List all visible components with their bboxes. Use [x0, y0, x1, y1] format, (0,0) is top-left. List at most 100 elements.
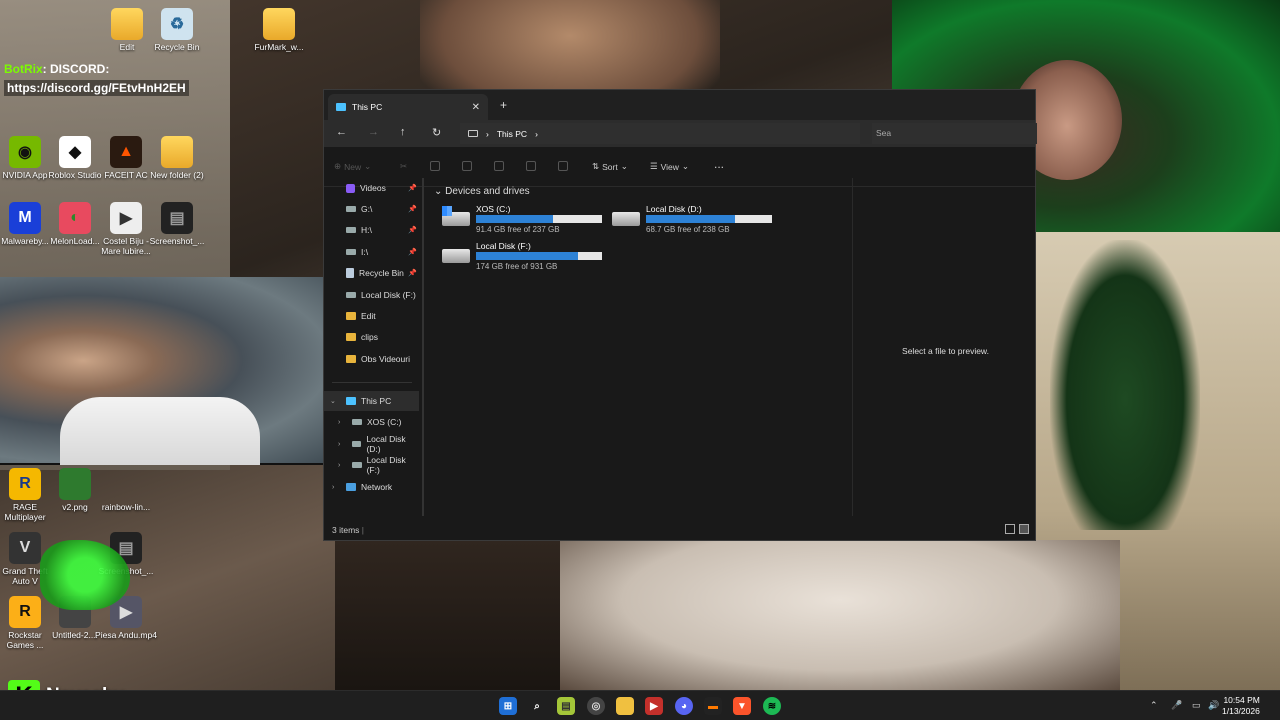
chevron-right-icon: › — [535, 128, 538, 139]
refresh-icon[interactable]: ↻ — [432, 126, 441, 139]
file-explorer-icon[interactable] — [616, 697, 634, 715]
terminal-icon[interactable]: ▬ — [704, 697, 722, 715]
sidebar-item-clips[interactable]: clips — [324, 327, 419, 347]
delete-icon[interactable] — [558, 161, 568, 171]
close-tab-icon[interactable]: ✕ — [472, 102, 480, 113]
media-icon[interactable]: ▶ — [645, 697, 663, 715]
sidebar-item-g[interactable]: G:\ 📌 — [324, 199, 419, 219]
sidebar-item-videos[interactable]: Videos 📌 — [324, 178, 419, 198]
folder-icon — [111, 8, 143, 40]
desktop-icon-furmark[interactable]: FurMark_w... — [248, 8, 310, 52]
chevron-down-icon: ⌄ — [330, 398, 336, 405]
usage-fill — [476, 252, 579, 260]
nvidia-icon: ◉ — [9, 136, 41, 168]
view-button[interactable]: ☰ View ⌄ — [650, 161, 689, 172]
new-button[interactable]: ⊕ New ⌄ — [334, 161, 371, 172]
tree-item-network[interactable]: › Network — [324, 477, 419, 497]
pin-icon: 📌 — [408, 227, 417, 234]
tree-item-local-disk-d[interactable]: › Local Disk (D:) — [324, 434, 419, 454]
pin-icon: 📌 — [408, 206, 417, 213]
search-input[interactable]: Sea — [872, 123, 1037, 144]
image-icon — [110, 468, 142, 500]
chevron-right-icon: › — [338, 418, 341, 426]
windows-start-icon[interactable]: ⊞ — [499, 697, 517, 715]
search-icon[interactable]: ⌕ — [528, 697, 546, 715]
chat-link: https://discord.gg/FEtvHnH2EH — [4, 80, 189, 96]
sidebar-item-h[interactable]: H:\ 📌 — [324, 220, 419, 240]
status-bar: 3 items | — [324, 520, 1035, 540]
cut-icon[interactable]: ✂ — [400, 161, 407, 172]
chat-username: BotRix — [4, 62, 43, 76]
chevron-right-icon: › — [332, 483, 335, 491]
tiles-view-icon[interactable] — [1019, 524, 1029, 534]
details-view-icon[interactable] — [1005, 524, 1015, 534]
drive-tile-f[interactable]: Local Disk (F:) 174 GB free of 931 GB — [442, 241, 612, 271]
preview-pane: Select a file to preview. — [852, 178, 1037, 516]
microphone-icon[interactable]: 🎤 — [1171, 700, 1182, 711]
desktop-icon-recycle-bin[interactable]: ♻ Recycle Bin — [146, 8, 208, 52]
more-options-button[interactable]: ... — [714, 157, 724, 171]
chevron-up-icon[interactable]: ⌃ — [1150, 700, 1158, 711]
pin-icon: 📌 — [408, 185, 417, 192]
spotify-icon[interactable]: ≋ — [763, 697, 781, 715]
copy-icon[interactable] — [430, 161, 440, 171]
forward-icon[interactable]: → — [368, 126, 379, 138]
image-icon: ▤ — [161, 202, 193, 234]
share-icon[interactable] — [526, 161, 536, 171]
folder-icon — [346, 333, 356, 341]
video-icon: ▶ — [110, 202, 142, 234]
sidebar-item-local-disk-f[interactable]: Local Disk (F:) — [324, 285, 419, 305]
chevron-down-icon: ⌄ — [434, 186, 443, 197]
sidebar-scrollbar[interactable] — [422, 178, 424, 516]
discord-icon[interactable]: ◕ — [675, 697, 693, 715]
brave-icon[interactable]: ▼ — [733, 697, 751, 715]
sidebar-item-recycle-bin[interactable]: Recycle Bin 📌 — [324, 263, 419, 283]
address-field[interactable]: › This PC › — [460, 123, 860, 144]
address-bar-row: ← → ↑ ↻ › This PC › Sea — [324, 120, 1037, 147]
melon-icon: ◐ — [59, 202, 91, 234]
chevron-right-icon: › — [338, 440, 341, 448]
video-overlay — [0, 277, 333, 465]
navigation-pane: Videos 📌 G:\ 📌 H:\ 📌 I:\ 📌 Recycle Bin 📌… — [324, 178, 424, 516]
drive-icon — [346, 292, 356, 298]
image-icon — [59, 468, 91, 500]
pin-icon: 📌 — [408, 270, 417, 277]
drive-tile-c[interactable]: XOS (C:) 91.4 GB free of 237 GB — [442, 204, 612, 234]
notepad-icon[interactable]: ▤ — [557, 697, 575, 715]
drive-icon — [612, 212, 640, 226]
tab-this-pc[interactable]: This PC ✕ — [328, 94, 488, 120]
recycle-bin-icon: ♻ — [161, 8, 193, 40]
clock[interactable]: 10:54 PM 1/13/2026 — [1222, 695, 1260, 717]
desktop-icon-new-folder[interactable]: New folder (2) — [146, 136, 208, 180]
sort-button[interactable]: ⇅ Sort ⌄ — [592, 161, 628, 172]
rename-icon[interactable] — [494, 161, 504, 171]
content-pane: ⌄ Devices and drives XOS (C:) 91.4 GB fr… — [426, 178, 850, 516]
sidebar-item-obs-videouri[interactable]: Obs Videouri — [324, 349, 419, 369]
malwarebytes-icon: M — [9, 202, 41, 234]
up-icon[interactable]: ↑ — [400, 126, 406, 138]
folder-icon — [346, 355, 356, 363]
paste-icon[interactable] — [462, 161, 472, 171]
group-header[interactable]: ⌄ Devices and drives — [434, 186, 530, 197]
tree-item-xos-c[interactable]: › XOS (C:) — [324, 412, 419, 432]
tree-item-this-pc[interactable]: ⌄ This PC — [324, 391, 419, 411]
videos-icon — [346, 183, 355, 193]
rockstar-icon: R — [9, 596, 41, 628]
volume-icon[interactable]: 🔊 — [1208, 700, 1219, 711]
tree-item-local-disk-f[interactable]: › Local Disk (F:) — [324, 455, 419, 475]
chrome-icon[interactable]: ◎ — [587, 697, 605, 715]
chevron-down-icon: ⌄ — [364, 161, 372, 171]
usage-bar — [646, 215, 772, 223]
drive-icon — [346, 206, 356, 212]
network-icon[interactable]: ▭ — [1192, 700, 1201, 711]
sidebar-item-i[interactable]: I:\ 📌 — [324, 242, 419, 262]
desktop-icon-rainbow[interactable]: rainbow-lin... — [95, 468, 157, 512]
windows-logo-icon — [442, 206, 452, 216]
back-icon[interactable]: ← — [336, 126, 347, 138]
new-tab-icon[interactable]: + — [500, 98, 507, 112]
usage-bar — [476, 252, 602, 260]
sidebar-item-edit[interactable]: Edit — [324, 306, 419, 326]
desktop-icon-screenshot-1[interactable]: ▤ Screenshot_... — [146, 202, 208, 246]
drive-tile-d[interactable]: Local Disk (D:) 68.7 GB free of 238 GB — [612, 204, 782, 234]
chevron-right-icon: › — [338, 461, 341, 469]
